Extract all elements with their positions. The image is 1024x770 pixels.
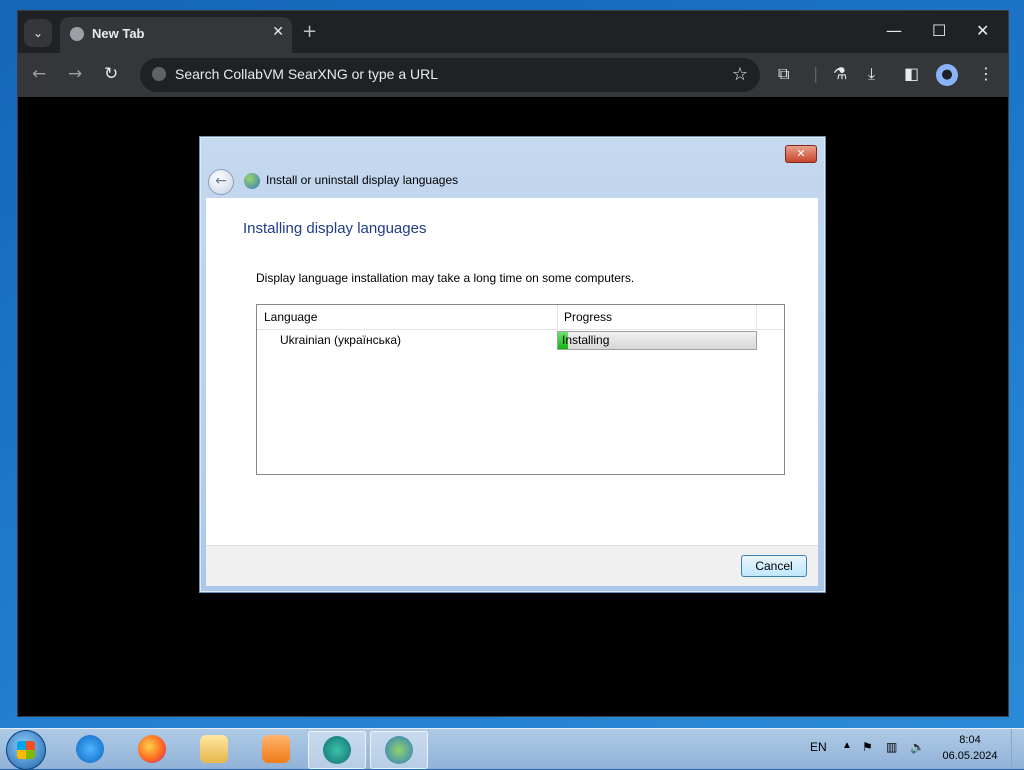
progress-status: Installing — [562, 333, 610, 347]
start-button[interactable] — [6, 730, 46, 770]
input-language-indicator[interactable]: EN — [810, 740, 827, 754]
menu-kebab-icon[interactable]: ⋮ — [978, 64, 994, 83]
action-center-flag-icon[interactable]: ⚑ — [862, 740, 873, 754]
globe-icon — [70, 27, 84, 41]
tab-strip: ⌄ New Tab ✕ + — ☐ ✕ — [18, 11, 1008, 53]
language-list[interactable]: Language Progress Ukrainian (українська)… — [256, 304, 785, 475]
column-language[interactable]: Language — [264, 310, 317, 324]
address-bar[interactable]: Search CollabVM SearXNG or type a URL ☆ — [140, 58, 760, 92]
dialog-heading: Installing display languages — [243, 220, 427, 237]
profile-avatar-icon[interactable]: ● — [936, 64, 958, 86]
tab-new-tab[interactable]: New Tab ✕ — [60, 17, 292, 53]
media-player-icon — [262, 735, 290, 763]
download-icon[interactable]: ⤓ — [868, 64, 875, 84]
internet-explorer-icon — [76, 735, 104, 763]
install-progress-bar: Installing — [557, 331, 757, 350]
volume-muted-icon[interactable]: 🔈 — [910, 740, 925, 754]
labs-flask-icon[interactable]: ⚗ — [833, 64, 847, 83]
dialog-window-title: Install or uninstall display languages — [266, 173, 459, 187]
list-item-language[interactable]: Ukrainian (українська) — [280, 333, 401, 347]
system-clock[interactable]: 8:04 06.05.2024 — [935, 732, 1005, 764]
dialog-body: Installing display languages Display lan… — [206, 198, 818, 545]
minimize-icon[interactable]: — — [886, 21, 902, 40]
windows-logo-icon — [17, 741, 35, 759]
bookmark-star-icon[interactable]: ☆ — [732, 64, 748, 85]
close-tab-icon[interactable]: ✕ — [272, 24, 284, 40]
firefox-icon — [138, 735, 166, 763]
column-separator[interactable] — [557, 305, 558, 329]
toolbar-divider: | — [813, 64, 819, 83]
language-install-dialog: ✕ ← Install or uninstall display languag… — [199, 136, 826, 593]
forward-icon[interactable]: → — [68, 64, 82, 84]
new-tab-button[interactable]: + — [302, 21, 317, 42]
browser-icon — [323, 736, 351, 764]
language-installer-icon — [385, 736, 413, 764]
back-arrow-icon[interactable]: ← — [208, 169, 234, 195]
back-icon[interactable]: ← — [32, 64, 46, 84]
side-panel-icon[interactable]: ◧ — [904, 64, 919, 83]
taskbar-language-installer[interactable] — [370, 731, 428, 769]
maximize-icon[interactable]: ☐ — [932, 21, 946, 40]
network-icon[interactable]: ▥ — [886, 740, 897, 754]
folder-icon — [200, 735, 228, 763]
taskbar-media-player[interactable] — [248, 731, 304, 767]
clock-date: 06.05.2024 — [942, 750, 998, 762]
cancel-button[interactable]: Cancel — [741, 555, 807, 577]
list-header: Language Progress — [257, 305, 784, 330]
language-globe-icon — [244, 173, 260, 189]
extensions-icon[interactable]: ⧉ — [778, 64, 789, 84]
address-bar-placeholder: Search CollabVM SearXNG or type a URL — [175, 66, 438, 82]
column-progress[interactable]: Progress — [564, 310, 612, 324]
show-desktop-button[interactable] — [1011, 729, 1024, 769]
taskbar-internet-explorer[interactable] — [62, 731, 118, 767]
taskbar-browser[interactable] — [308, 731, 366, 769]
taskbar: EN ▲ ⚑ ▥ 🔈 8:04 06.05.2024 — [0, 728, 1024, 770]
browser-toolbar: ← → ↻ Search CollabVM SearXNG or type a … — [18, 53, 1008, 97]
close-window-icon[interactable]: ✕ — [976, 21, 989, 40]
taskbar-firefox[interactable] — [124, 731, 180, 767]
clock-time: 8:04 — [959, 734, 981, 746]
show-hidden-icons-arrow-icon[interactable]: ▲ — [842, 740, 852, 751]
reload-icon[interactable]: ↻ — [104, 64, 118, 84]
site-info-icon[interactable] — [152, 67, 166, 81]
dialog-close-button[interactable]: ✕ — [785, 145, 817, 163]
dialog-description: Display language installation may take a… — [256, 271, 635, 285]
dialog-footer: Cancel — [206, 545, 818, 586]
tab-title: New Tab — [92, 26, 145, 41]
column-separator[interactable] — [756, 305, 757, 329]
tab-search-button[interactable]: ⌄ — [24, 19, 52, 47]
taskbar-file-explorer[interactable] — [186, 731, 242, 767]
